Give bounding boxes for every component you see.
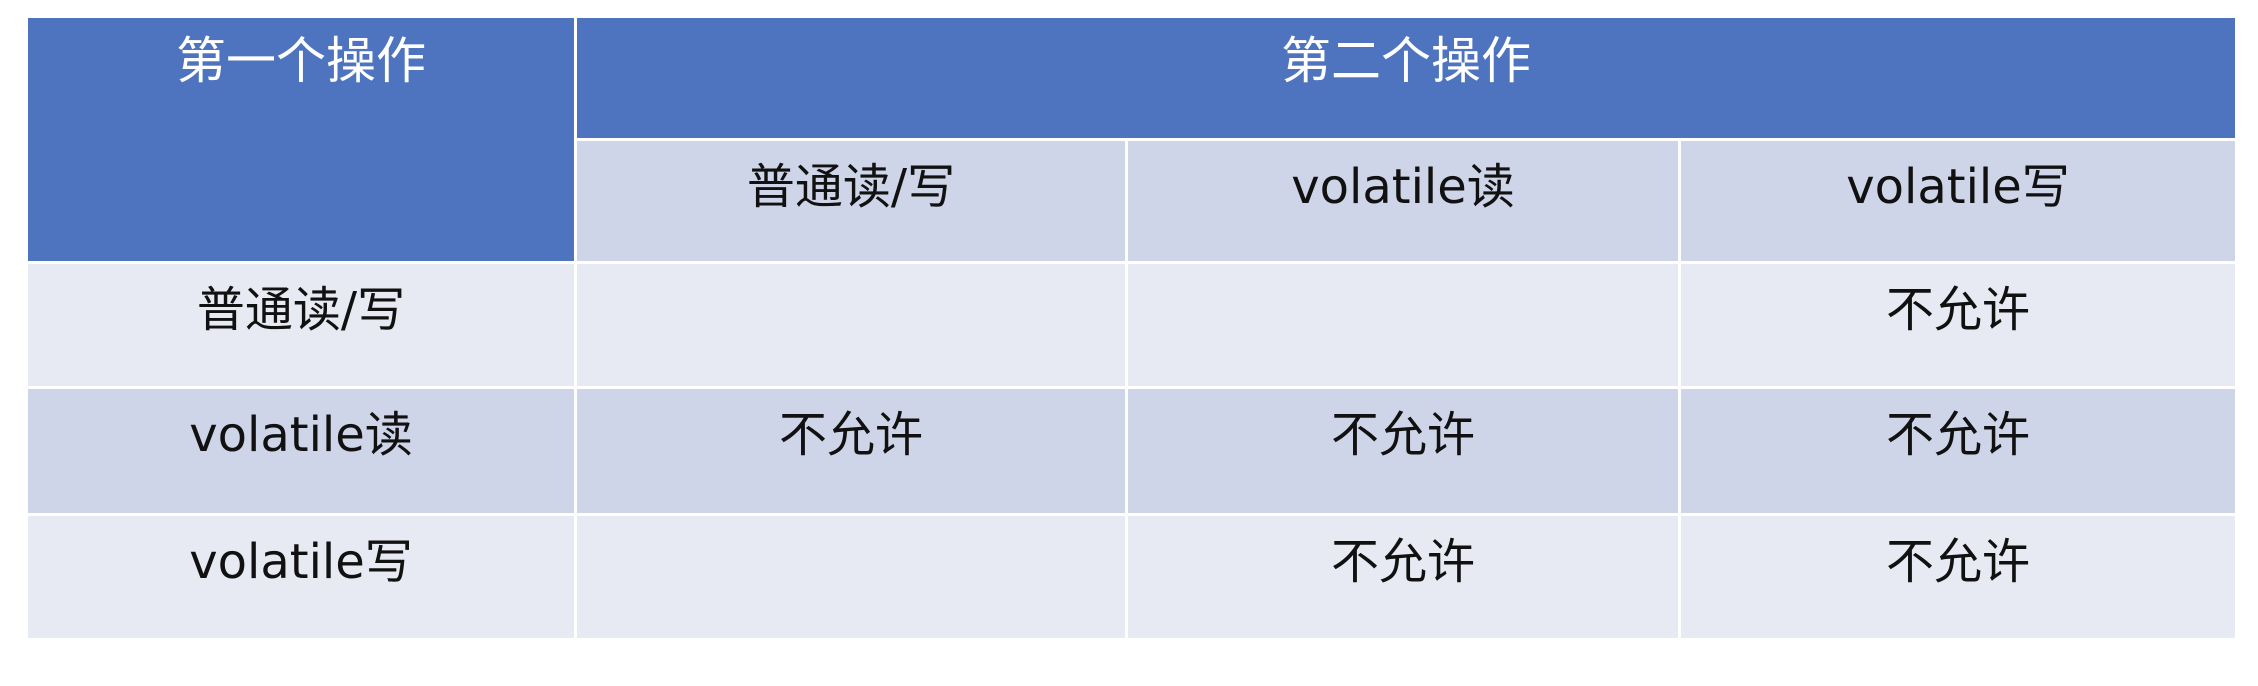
row-label-plain-read-write: 普通读/写 — [28, 264, 574, 386]
header-first-operation: 第一个操作 — [28, 18, 574, 261]
row-label-volatile-write: volatile写 — [28, 516, 574, 638]
subheader-plain-read-write: 普通读/写 — [577, 141, 1125, 261]
cell-volatile-read-vs-plain-rw: 不允许 — [577, 389, 1125, 513]
cell-volatile-read-vs-volatile-write: 不允许 — [1681, 389, 2235, 513]
cell-volatile-write-vs-volatile-write: 不允许 — [1681, 516, 2235, 638]
cell-plain-rw-vs-plain-rw — [577, 264, 1125, 386]
cell-volatile-write-vs-volatile-read: 不允许 — [1128, 516, 1678, 638]
subheader-volatile-write: volatile写 — [1681, 141, 2235, 261]
cell-volatile-read-vs-volatile-read: 不允许 — [1128, 389, 1678, 513]
cell-volatile-write-vs-plain-rw — [577, 516, 1125, 638]
subheader-volatile-read: volatile读 — [1128, 141, 1678, 261]
row-label-volatile-read: volatile读 — [28, 389, 574, 513]
cell-plain-rw-vs-volatile-write: 不允许 — [1681, 264, 2235, 386]
header-second-operation: 第二个操作 — [577, 18, 2235, 138]
cell-plain-rw-vs-volatile-read — [1128, 264, 1678, 386]
reordering-rules-table: 第一个操作 第二个操作 普通读/写 volatile读 volatile写 普通… — [28, 18, 2235, 638]
